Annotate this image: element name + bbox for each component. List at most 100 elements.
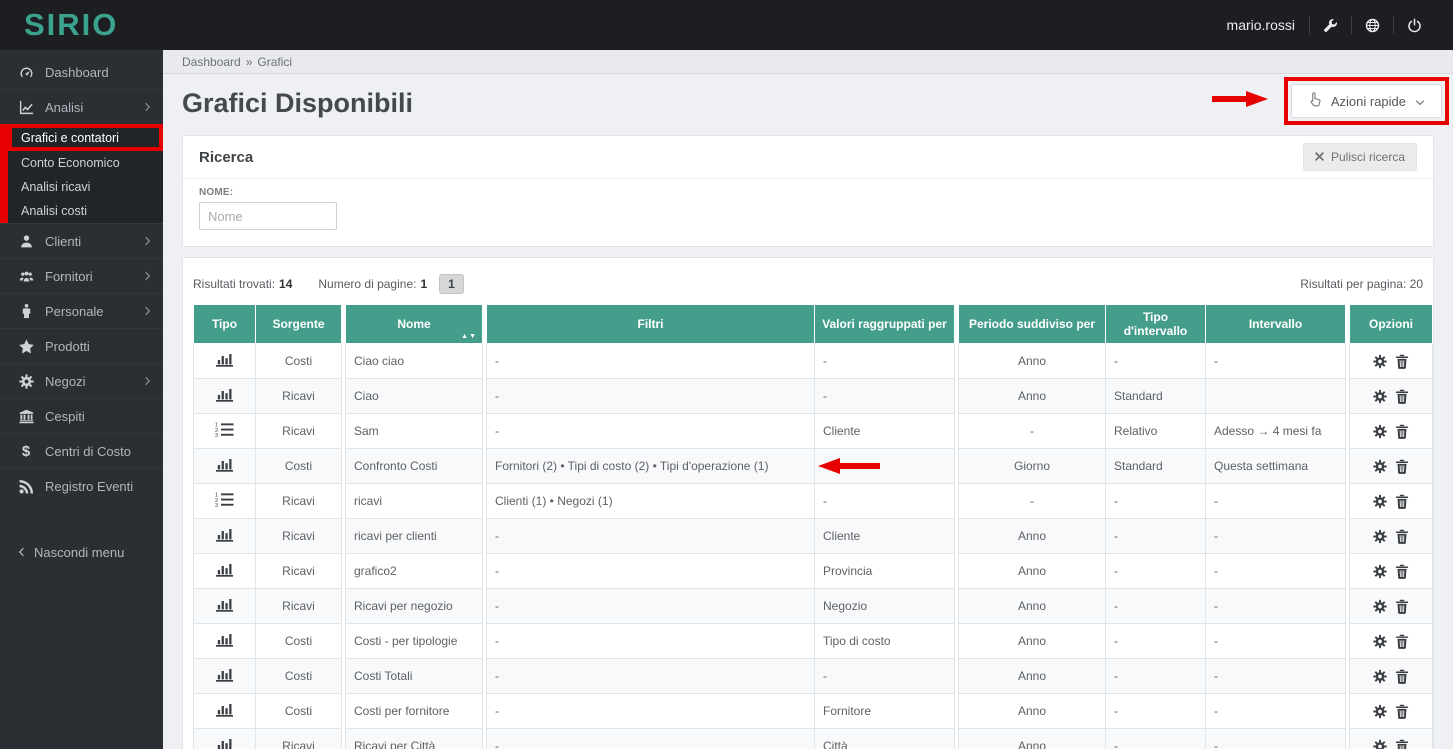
cell-tipo	[193, 728, 256, 749]
delete-chart-button[interactable]	[1391, 598, 1413, 614]
hide-menu-button[interactable]: Nascondi menu	[0, 535, 163, 569]
delete-chart-button[interactable]	[1391, 703, 1413, 719]
cell-valori-raggruppati: Negozio	[814, 588, 955, 624]
sidebar-item-registro-eventi[interactable]: Registro Eventi	[0, 468, 163, 503]
table-row: Costi Confronto Costi Fornitori (2) • Tipi…	[193, 448, 1433, 484]
table-row: 1 2 3 Ricavi Sam - Cliente - Relativo Adesso → 4 …	[193, 413, 1433, 449]
sidebar-subitem-conto-economico[interactable]: Conto Economico	[8, 151, 163, 175]
column-header-tipo[interactable]: Tipo	[193, 304, 256, 344]
column-header-nome[interactable]: Nome ▲▼	[345, 304, 483, 344]
analysis-chart-icon	[17, 100, 35, 115]
column-header-sorgente[interactable]: Sorgente	[255, 304, 342, 344]
cell-opzioni	[1349, 588, 1433, 624]
svg-text:3: 3	[215, 503, 218, 507]
cell-filtri: -	[486, 623, 815, 659]
clear-search-button[interactable]: Pulisci ricerca	[1302, 143, 1417, 171]
cell-tipo	[193, 553, 256, 589]
cell-sorgente: Costi	[255, 623, 342, 659]
pages-count-value: 1	[420, 277, 428, 291]
sidebar-item-clienti[interactable]: Clienti	[0, 223, 163, 258]
column-header-opzioni[interactable]: Opzioni	[1349, 304, 1433, 344]
configure-chart-button[interactable]	[1369, 633, 1391, 649]
sidebar-subitem-grafici-e-contatori[interactable]: Grafici e contatori	[8, 124, 163, 151]
cell-nome: Ciao	[345, 378, 483, 414]
configure-chart-button[interactable]	[1369, 703, 1391, 719]
globe-icon[interactable]	[1352, 18, 1393, 33]
configure-chart-button[interactable]	[1369, 458, 1391, 474]
cell-tipo	[193, 448, 256, 484]
sidebar-item-fornitori[interactable]: Fornitori	[0, 258, 163, 293]
sidebar-item-centri-di-costo[interactable]: $ Centri di Costo	[0, 433, 163, 468]
user-menu[interactable]: mario.rossi	[1213, 17, 1309, 33]
configure-chart-button[interactable]	[1369, 423, 1391, 439]
sidebar-item-cespiti[interactable]: Cespiti	[0, 398, 163, 433]
delete-chart-button[interactable]	[1391, 528, 1413, 544]
pages-count-label: Numero di pagine:	[318, 277, 417, 291]
delete-chart-button[interactable]	[1391, 458, 1413, 474]
app-logo[interactable]: SIRIO	[0, 0, 163, 50]
cell-filtri: Clienti (1) • Negozi (1)	[486, 483, 815, 519]
wrench-icon[interactable]	[1310, 18, 1351, 33]
configure-chart-button[interactable]	[1369, 528, 1391, 544]
table-row: Ricavi grafico2- Provincia Anno - -	[193, 553, 1433, 589]
sidebar-subitem-analisi-ricavi[interactable]: Analisi ricavi	[8, 175, 163, 199]
cell-sorgente: Ricavi	[255, 378, 342, 414]
sidebar-item-prodotti[interactable]: Prodotti	[0, 328, 163, 363]
delete-chart-button[interactable]	[1391, 563, 1413, 579]
breadcrumb-separator: »	[245, 54, 253, 69]
configure-chart-button[interactable]	[1369, 598, 1391, 614]
cell-tipo	[193, 623, 256, 659]
cell-opzioni	[1349, 553, 1433, 589]
cell-periodo: Giorno	[958, 448, 1106, 484]
table-body: Costi Ciao ciao - - Anno - - Ricavi Ciao - - Anno St…	[193, 343, 1433, 749]
cell-opzioni	[1349, 658, 1433, 694]
column-header-intervallo[interactable]: Intervallo	[1205, 304, 1346, 344]
delete-chart-button[interactable]	[1391, 423, 1413, 439]
sort-icons[interactable]: ▲▼	[461, 333, 477, 340]
cell-sorgente: Ricavi	[255, 728, 342, 749]
column-header-periodo-suddiviso-per[interactable]: Periodo suddiviso per	[958, 304, 1106, 344]
column-header-valori-raggruppati-per[interactable]: Valori raggruppati per	[814, 304, 955, 344]
delete-chart-button[interactable]	[1391, 353, 1413, 369]
sidebar: Dashboard Analisi Grafici e contatori Conto…	[0, 50, 163, 749]
gear-icon	[1373, 633, 1387, 649]
trash-icon	[1395, 738, 1409, 749]
cell-intervallo: Adesso → 4 mesi fa	[1205, 413, 1346, 449]
column-header-tipo-d-intervallo[interactable]: Tipo d'intervallo	[1105, 304, 1206, 344]
configure-chart-button[interactable]	[1369, 563, 1391, 579]
cell-valori-raggruppati: -	[814, 378, 955, 414]
sidebar-item-dashboard[interactable]: Dashboard	[0, 55, 163, 89]
bar-chart-icon	[215, 352, 234, 367]
breadcrumb-dashboard[interactable]: Dashboard	[182, 55, 241, 69]
sidebar-item-negozi[interactable]: Negozi	[0, 363, 163, 398]
column-header-filtri[interactable]: Filtri	[486, 304, 815, 344]
gear-icon	[1373, 668, 1387, 684]
configure-chart-button[interactable]	[1369, 493, 1391, 509]
configure-chart-button[interactable]	[1369, 738, 1391, 749]
configure-chart-button[interactable]	[1369, 388, 1391, 404]
delete-chart-button[interactable]	[1391, 388, 1413, 404]
navbar-right: mario.rossi	[1213, 16, 1453, 34]
sidebar-item-personale[interactable]: Personale	[0, 293, 163, 328]
cell-intervallo: -	[1205, 623, 1346, 659]
configure-chart-button[interactable]	[1369, 668, 1391, 684]
cell-periodo: Anno	[958, 343, 1106, 379]
name-search-input[interactable]	[199, 202, 337, 230]
gear-icon	[1373, 388, 1387, 404]
cell-tipo-intervallo: -	[1105, 658, 1206, 694]
sidebar-item-analisi[interactable]: Analisi	[0, 89, 163, 124]
cell-intervallo	[1205, 378, 1346, 414]
cell-periodo: Anno	[958, 623, 1106, 659]
page-1-button[interactable]: 1	[439, 274, 464, 294]
sidebar-subitem-analisi-costi[interactable]: Analisi costi	[8, 199, 163, 223]
quick-actions-button[interactable]: Azioni rapide	[1290, 84, 1442, 118]
delete-chart-button[interactable]	[1391, 633, 1413, 649]
bar-chart-icon	[215, 667, 234, 682]
power-icon[interactable]	[1394, 18, 1435, 33]
person-standing-icon	[17, 303, 35, 319]
delete-chart-button[interactable]	[1391, 493, 1413, 509]
delete-chart-button[interactable]	[1391, 668, 1413, 684]
cell-nome: Confronto Costi	[345, 448, 483, 484]
delete-chart-button[interactable]	[1391, 738, 1413, 749]
configure-chart-button[interactable]	[1369, 353, 1391, 369]
